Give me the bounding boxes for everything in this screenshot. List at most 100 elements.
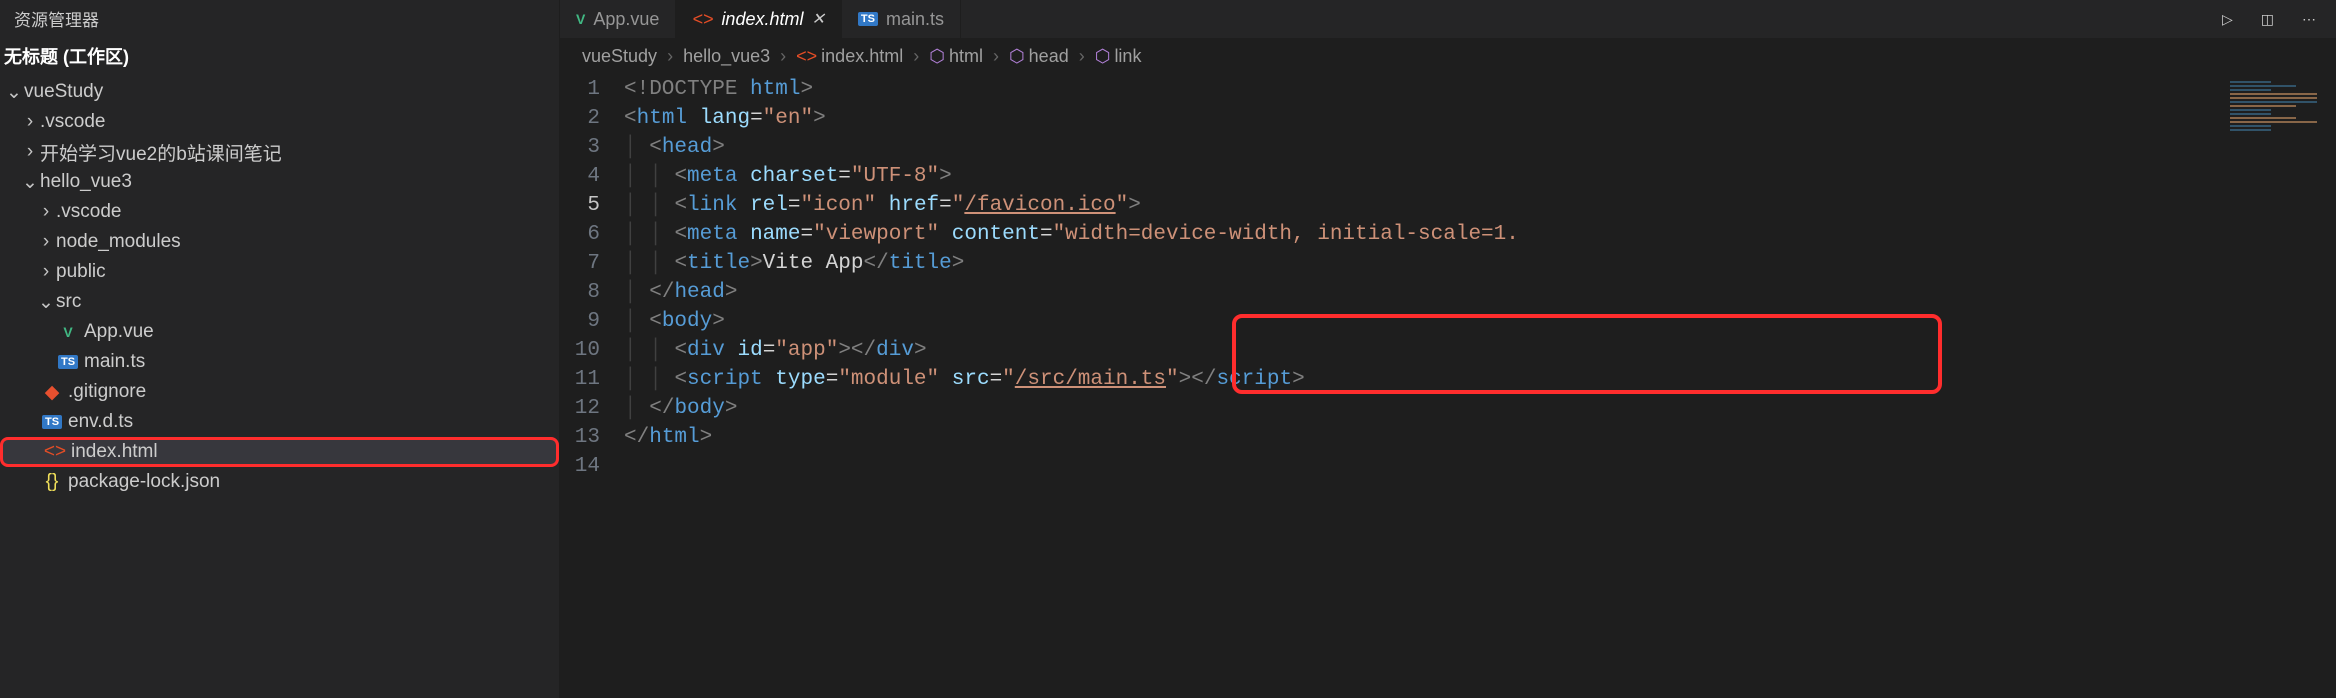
line-number: 4	[560, 162, 600, 191]
breadcrumb-item[interactable]: vueStudy	[582, 46, 657, 67]
file-item[interactable]: VApp.vue	[0, 317, 559, 347]
code-content[interactable]: <!DOCTYPE html><html lang="en">│ <head>│…	[624, 75, 2336, 698]
symbol-icon: ⬡	[1009, 46, 1025, 67]
chevron-right-icon: ›	[780, 46, 786, 67]
explorer-title: 资源管理器	[0, 0, 559, 37]
file-item[interactable]: <>index.html	[0, 437, 559, 467]
tab-label: App.vue	[593, 9, 659, 30]
code-editor[interactable]: 1234567891011121314 <!DOCTYPE html><html…	[560, 75, 2336, 698]
code-line[interactable]: │ <body>	[624, 307, 2336, 336]
ts-icon: TS	[858, 12, 878, 26]
line-number: 3	[560, 133, 600, 162]
line-number: 13	[560, 423, 600, 452]
folder-item[interactable]: › 开始学习vue2的b站课间笔记	[0, 137, 559, 167]
editor-tab[interactable]: <>index.html✕	[676, 0, 841, 38]
folder-item[interactable]: › .vscode	[0, 197, 559, 227]
chevron-down-icon: ⌄	[20, 171, 40, 194]
git-icon: ◆	[40, 381, 64, 404]
file-item[interactable]: TSmain.ts	[0, 347, 559, 377]
line-number: 14	[560, 452, 600, 481]
file-tree: ⌄ vueStudy › .vscode › 开始学习vue2的b站课间笔记 ⌄…	[0, 75, 559, 497]
editor-actions: ▷ ◫ ⋯	[2222, 11, 2336, 28]
code-line[interactable]: │ │ <script type="module" src="/src/main…	[624, 365, 2336, 394]
split-editor-icon[interactable]: ◫	[2261, 11, 2274, 28]
html-icon: <>	[692, 9, 713, 30]
file-item[interactable]: {}package-lock.json	[0, 467, 559, 497]
code-line[interactable]: <html lang="en">	[624, 104, 2336, 133]
minimap[interactable]	[2226, 75, 2336, 175]
folder-label: public	[56, 261, 106, 283]
folder-src[interactable]: ⌄ src	[0, 287, 559, 317]
editor-tab[interactable]: V App.vue	[560, 0, 676, 38]
line-gutter: 1234567891011121314	[560, 75, 624, 698]
symbol-icon: ⬡	[929, 46, 945, 67]
chevron-right-icon: ›	[667, 46, 673, 67]
json-icon: {}	[40, 471, 64, 493]
folder-label: vueStudy	[24, 81, 103, 103]
breadcrumb-item[interactable]: ⬡html	[929, 46, 983, 67]
breadcrumb-item[interactable]: hello_vue3	[683, 46, 770, 67]
chevron-right-icon: ›	[20, 111, 40, 133]
breadcrumb-item[interactable]: <>index.html	[796, 46, 903, 67]
html-icon: <>	[43, 441, 67, 463]
code-line[interactable]: │ │ <link rel="icon" href="/favicon.ico"…	[624, 191, 2336, 220]
chevron-right-icon: ›	[1079, 46, 1085, 67]
code-line[interactable]: │ │ <meta charset="UTF-8">	[624, 162, 2336, 191]
file-label: package-lock.json	[68, 471, 220, 493]
editor-area: VApp.vue<>index.html✕TSmain.ts ▷ ◫ ⋯ vue…	[560, 0, 2336, 698]
folder-label: 开始学习vue2的b站课间笔记	[40, 139, 282, 166]
vue-icon: V	[576, 11, 585, 27]
ts-icon: TS	[40, 415, 64, 429]
code-line[interactable]: </html>	[624, 423, 2336, 452]
folder-vuestudy[interactable]: ⌄ vueStudy	[0, 77, 559, 107]
breadcrumb-item[interactable]: ⬡head	[1009, 46, 1069, 67]
line-number: 2	[560, 104, 600, 133]
code-line[interactable]: │ </head>	[624, 278, 2336, 307]
line-number: 11	[560, 365, 600, 394]
line-number: 1	[560, 75, 600, 104]
chevron-right-icon: ›	[20, 141, 40, 163]
folder-item[interactable]: › public	[0, 257, 559, 287]
line-number: 12	[560, 394, 600, 423]
line-number: 9	[560, 307, 600, 336]
code-line[interactable]: │ │ <div id="app"></div>	[624, 336, 2336, 365]
folder-label: .vscode	[40, 111, 105, 133]
close-icon[interactable]: ✕	[811, 9, 824, 29]
folder-item[interactable]: › node_modules	[0, 227, 559, 257]
line-number: 8	[560, 278, 600, 307]
breadcrumbs[interactable]: vueStudy › hello_vue3 › <>index.html › ⬡…	[560, 38, 2336, 75]
folder-label: hello_vue3	[40, 171, 132, 193]
code-line[interactable]: │ │ <title>Vite App</title>	[624, 249, 2336, 278]
file-label: App.vue	[84, 321, 154, 343]
folder-item[interactable]: › .vscode	[0, 107, 559, 137]
code-line[interactable]: │ </body>	[624, 394, 2336, 423]
chevron-right-icon: ›	[913, 46, 919, 67]
file-label: env.d.ts	[68, 411, 133, 433]
file-item[interactable]: TS env.d.ts	[0, 407, 559, 437]
code-line[interactable]: │ <head>	[624, 133, 2336, 162]
folder-hello-vue3[interactable]: ⌄ hello_vue3	[0, 167, 559, 197]
workspace-title[interactable]: 无标题 (工作区)	[0, 37, 559, 75]
breadcrumb-item[interactable]: ⬡link	[1095, 46, 1142, 67]
tab-bar: V App.vue <>index.html✕TSmain.ts ▷ ◫ ⋯	[560, 0, 2336, 38]
chevron-down-icon: ⌄	[4, 81, 24, 104]
explorer-sidebar: 资源管理器 无标题 (工作区) ⌄ vueStudy › .vscode › 开…	[0, 0, 560, 698]
chevron-right-icon: ›	[36, 231, 56, 253]
chevron-right-icon: ›	[36, 201, 56, 223]
code-line[interactable]: │ │ <meta name="viewport" content="width…	[624, 220, 2336, 249]
file-label: .gitignore	[68, 381, 146, 403]
symbol-icon: ⬡	[1095, 46, 1111, 67]
folder-label: node_modules	[56, 231, 181, 253]
chevron-right-icon: ›	[993, 46, 999, 67]
chevron-right-icon: ›	[36, 261, 56, 283]
line-number: 7	[560, 249, 600, 278]
code-line[interactable]	[624, 452, 2336, 481]
vue-icon: V	[56, 324, 80, 340]
code-line[interactable]: <!DOCTYPE html>	[624, 75, 2336, 104]
file-item[interactable]: ◆.gitignore	[0, 377, 559, 407]
more-icon[interactable]: ⋯	[2302, 11, 2316, 28]
run-icon[interactable]: ▷	[2222, 11, 2233, 28]
html-icon: <>	[796, 46, 817, 67]
editor-tab[interactable]: TSmain.ts	[842, 0, 961, 38]
folder-label: .vscode	[56, 201, 121, 223]
